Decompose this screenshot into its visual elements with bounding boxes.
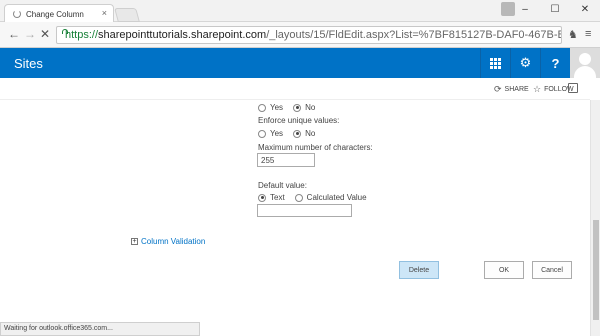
extension-icon[interactable]: ♞ xyxy=(568,28,578,41)
scrollbar-thumb[interactable] xyxy=(593,220,599,320)
tab-close-icon[interactable]: × xyxy=(102,8,107,18)
default-type-radio-group: Text Calculated Value xyxy=(258,193,377,202)
max-chars-input[interactable]: 255 xyxy=(257,153,315,167)
status-bar: Waiting for outlook.office365.com... xyxy=(0,322,200,336)
stop-icon[interactable]: ✕ xyxy=(40,28,50,40)
browser-tab[interactable]: Change Column × xyxy=(4,4,114,23)
site-title[interactable]: Sites xyxy=(14,56,43,71)
browser-toolbar: ← → ✕ https:// sharepointtutorials.share… xyxy=(0,22,600,48)
waffle-icon xyxy=(490,57,501,69)
delete-button[interactable]: Delete xyxy=(399,261,439,279)
default-calculated-option[interactable]: Calculated Value xyxy=(294,193,367,202)
share-label: SHARE xyxy=(504,86,529,93)
unique-radio-group: Yes No xyxy=(258,129,325,138)
required-yes-option[interactable]: Yes xyxy=(258,103,283,112)
vertical-scrollbar[interactable] xyxy=(590,100,600,336)
radio-icon[interactable] xyxy=(258,103,266,112)
required-radio-group: Yes No xyxy=(258,103,325,112)
help-icon: ? xyxy=(551,55,560,71)
column-validation-toggle[interactable]: + Column Validation xyxy=(131,237,205,246)
max-chars-label: Maximum number of characters: xyxy=(258,143,373,152)
loading-spinner-icon xyxy=(13,10,21,18)
help-button[interactable]: ? xyxy=(540,48,570,78)
unique-yes-option[interactable]: Yes xyxy=(258,129,283,138)
focus-content-icon[interactable] xyxy=(568,83,578,93)
page-actions: ⟳ SHARE ☆ FOLLOW xyxy=(0,78,590,100)
url-path: /_layouts/15/FldEdit.aspx?List=%7BF81512… xyxy=(266,29,561,41)
maximize-button[interactable]: ☐ xyxy=(540,4,570,15)
browser-titlebar: Change Column × – ☐ ✕ xyxy=(0,0,600,23)
url-scheme: https:// xyxy=(65,29,99,41)
default-text-option[interactable]: Text xyxy=(258,193,285,202)
back-icon[interactable]: ← xyxy=(8,28,20,40)
app-launcher-button[interactable] xyxy=(480,48,510,78)
column-validation-link[interactable]: Column Validation xyxy=(141,237,205,246)
suite-bar: Sites ⚙ ? xyxy=(0,48,600,78)
default-value-label: Default value: xyxy=(258,181,307,190)
url-host: sharepointtutorials.sharepoint.com xyxy=(98,29,267,41)
cancel-button[interactable]: Cancel xyxy=(532,261,572,279)
expand-icon: + xyxy=(131,238,138,245)
forward-icon[interactable]: → xyxy=(24,28,36,40)
required-no-option[interactable]: No xyxy=(293,103,315,112)
radio-icon[interactable] xyxy=(258,129,266,138)
suite-icons: ⚙ ? xyxy=(480,48,570,78)
share-icon: ⟳ xyxy=(494,84,502,94)
radio-selected-icon[interactable] xyxy=(293,129,302,138)
minimize-button[interactable]: – xyxy=(510,4,540,15)
ok-button[interactable]: OK xyxy=(484,261,524,279)
close-window-button[interactable]: ✕ xyxy=(570,4,600,15)
default-value-input[interactable] xyxy=(257,204,352,217)
new-tab-button[interactable] xyxy=(114,8,140,22)
enforce-unique-label: Enforce unique values: xyxy=(258,116,340,125)
radio-selected-icon[interactable] xyxy=(293,103,302,112)
window-controls: – ☐ ✕ xyxy=(510,0,600,18)
radio-selected-icon[interactable] xyxy=(258,193,266,202)
share-button[interactable]: ⟳ SHARE xyxy=(494,84,529,95)
menu-icon[interactable]: ≡ xyxy=(585,28,591,40)
tab-title: Change Column xyxy=(26,9,84,19)
avatar[interactable] xyxy=(570,48,600,78)
star-icon: ☆ xyxy=(533,84,542,94)
address-bar[interactable]: https:// sharepointtutorials.sharepoint.… xyxy=(56,26,562,44)
settings-button[interactable]: ⚙ xyxy=(510,48,540,78)
gear-icon: ⚙ xyxy=(519,55,532,70)
radio-icon[interactable] xyxy=(294,193,303,202)
unique-no-option[interactable]: No xyxy=(293,129,315,138)
